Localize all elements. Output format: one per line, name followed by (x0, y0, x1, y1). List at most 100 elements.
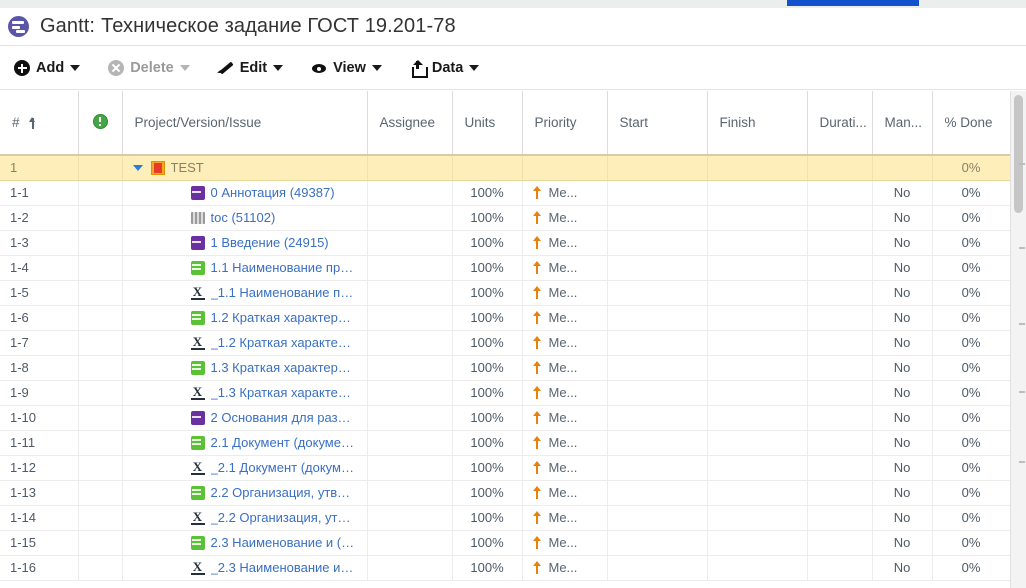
table-row[interactable]: 1-11 2.1 Документ (документы... 100% Me... N… (0, 430, 1011, 456)
row-finish-cell (707, 355, 808, 381)
row-name-cell[interactable]: 1.1 Наименование прогр... (122, 255, 368, 281)
row-name-cell[interactable]: toc (51102) (122, 205, 368, 231)
priority-up-arrow-icon (533, 286, 542, 299)
row-units-cell: 100% (452, 280, 523, 306)
row-name-cell[interactable]: X _2.2 Организация, утвер... (122, 505, 368, 531)
priority-up-arrow-icon (533, 536, 542, 549)
row-name-link[interactable]: _2.3 Наименование и (ил... (211, 560, 357, 575)
delete-button-label: Delete (130, 60, 174, 76)
table-row[interactable]: 1-16 X _2.3 Наименование и (ил... 100% Me...… (0, 555, 1011, 581)
row-name-link[interactable]: 2.1 Документ (документы... (211, 435, 357, 450)
column-header-priority[interactable]: Priority (522, 91, 608, 156)
table-row[interactable]: 1-4 1.1 Наименование прогр... 100% Me... No 0… (0, 255, 1011, 281)
row-priority-cell: Me... (522, 205, 608, 231)
sort-ascending-icon[interactable] (29, 116, 38, 129)
data-button[interactable]: Data (410, 60, 480, 78)
table-row[interactable]: 1-15 2.3 Наименование и (ил... 100% Me... No… (0, 530, 1011, 556)
column-header-start[interactable]: Start (607, 91, 708, 156)
table-row[interactable]: 1-8 1.3 Краткая характерист... 100% Me... No… (0, 355, 1011, 381)
row-manual-cell: No (872, 505, 933, 531)
table-row[interactable]: 1-9 X _1.3 Краткая характерист... 100% Me...… (0, 380, 1011, 406)
row-name-cell[interactable]: 0 Аннотация (49387) (122, 180, 368, 206)
row-done-cell: 0% (932, 280, 1011, 306)
column-header-done[interactable]: % Done (932, 91, 1011, 156)
edit-button[interactable]: Edit (218, 60, 284, 76)
row-manual-cell: No (872, 205, 933, 231)
row-priority-label: Me... (548, 285, 578, 300)
row-name-link[interactable]: _2.2 Организация, утвер... (211, 510, 357, 525)
row-name-link[interactable]: 1 Введение (24915) (211, 235, 329, 250)
row-name-cell[interactable]: X _2.3 Наименование и (ил... (122, 555, 368, 581)
row-name-link[interactable]: 0 Аннотация (49387) (211, 185, 335, 200)
row-name-link[interactable]: _1.3 Краткая характерист... (211, 385, 357, 400)
row-name-cell[interactable]: X _1.1 Наименование прог... (122, 280, 368, 306)
row-manual-cell: No (872, 380, 933, 406)
column-header-assignee[interactable]: Assignee (367, 91, 453, 156)
row-name-cell[interactable]: 1 Введение (24915) (122, 230, 368, 256)
row-number-cell: 1-16 (0, 555, 79, 581)
row-assignee-cell (367, 280, 453, 306)
row-units-cell: 100% (452, 405, 523, 431)
delete-button[interactable]: Delete (108, 60, 190, 76)
column-header-manual[interactable]: Man... (872, 91, 933, 156)
row-assignee-cell (367, 555, 453, 581)
row-name-link[interactable]: 1.2 Краткая характерист... (211, 310, 357, 325)
column-header-info[interactable] (78, 91, 123, 156)
row-finish-cell (707, 330, 808, 356)
row-name-link[interactable]: _1.2 Краткая характерист... (211, 335, 357, 350)
table-row[interactable]: 1 TEST 0% (0, 155, 1011, 181)
table-body: 1 TEST 0% 1-1 0 Аннотация (49387) 100% Me... No… (0, 155, 1011, 581)
expand-collapse-triangle-icon[interactable] (132, 164, 143, 171)
row-name-cell[interactable]: X _1.3 Краткая характерист... (122, 380, 368, 406)
table-row[interactable]: 1-3 1 Введение (24915) 100% Me... No 0% (0, 230, 1011, 256)
row-name-link[interactable]: 1.3 Краткая характерист... (211, 360, 357, 375)
row-name-link[interactable]: _1.1 Наименование прог... (211, 285, 357, 300)
column-header-num[interactable]: # (0, 91, 79, 156)
row-name-link[interactable]: toc (51102) (211, 210, 276, 225)
row-start-cell (607, 505, 708, 531)
row-name-cell[interactable]: 1.3 Краткая характерист... (122, 355, 368, 381)
scrollbar-thumb[interactable] (1014, 95, 1023, 213)
row-manual-cell: No (872, 230, 933, 256)
row-duration-cell (807, 380, 873, 406)
row-name-cell[interactable]: X _1.2 Краткая характерист... (122, 330, 368, 356)
gantt-task-grid[interactable]: # Project/Version/Issue Assignee Units P… (0, 91, 1026, 588)
green-block-icon (190, 485, 205, 500)
row-priority-label: Me... (548, 260, 578, 275)
row-name-link[interactable]: 2.2 Организация, утверд... (211, 485, 357, 500)
table-row[interactable]: 1-14 X _2.2 Организация, утвер... 100% Me...… (0, 505, 1011, 531)
row-start-cell (607, 230, 708, 256)
priority-up-arrow-icon (533, 436, 542, 449)
row-name-link[interactable]: 2 Основания для разраб... (211, 410, 357, 425)
row-manual-cell: No (872, 280, 933, 306)
table-row[interactable]: 1-10 2 Основания для разраб... 100% Me... No… (0, 405, 1011, 431)
table-row[interactable]: 1-5 X _1.1 Наименование прог... 100% Me... No… (0, 280, 1011, 306)
column-header-finish[interactable]: Finish (707, 91, 808, 156)
row-name-cell[interactable]: 2.1 Документ (документы... (122, 430, 368, 456)
table-row[interactable]: 1-2 toc (51102) 100% Me... No 0% (0, 205, 1011, 231)
column-header-name[interactable]: Project/Version/Issue (122, 91, 368, 156)
row-name-cell[interactable]: 2 Основания для разраб... (122, 405, 368, 431)
row-name-link[interactable]: 2.3 Наименование и (ил... (211, 535, 357, 550)
table-row[interactable]: 1-13 2.2 Организация, утверд... 100% Me... N… (0, 480, 1011, 506)
table-row[interactable]: 1-6 1.2 Краткая характерист... 100% Me... No… (0, 305, 1011, 331)
row-duration-cell (807, 405, 873, 431)
row-name-cell[interactable]: X _2.1 Документ (документ... (122, 455, 368, 481)
row-name-link[interactable]: _2.1 Документ (документ... (211, 460, 357, 475)
row-info-cell (78, 355, 123, 381)
row-name-link[interactable]: 1.1 Наименование прогр... (211, 260, 357, 275)
column-header-units[interactable]: Units (452, 91, 523, 156)
row-name-cell[interactable]: 2.3 Наименование и (ил... (122, 530, 368, 556)
row-name-cell[interactable]: 1.2 Краткая характерист... (122, 305, 368, 331)
table-row[interactable]: 1-12 X _2.1 Документ (документ... 100% Me...… (0, 455, 1011, 481)
row-name-cell[interactable]: 2.2 Организация, утверд... (122, 480, 368, 506)
table-row[interactable]: 1-1 0 Аннотация (49387) 100% Me... No 0% (0, 180, 1011, 206)
view-button[interactable]: View (311, 60, 382, 76)
add-button[interactable]: Add (14, 60, 81, 76)
row-name-cell[interactable]: TEST (122, 155, 368, 181)
task-table: # Project/Version/Issue Assignee Units P… (0, 91, 1011, 581)
vertical-scrollbar[interactable] (1010, 91, 1026, 588)
column-header-duration[interactable]: Durati... (807, 91, 873, 156)
table-row[interactable]: 1-7 X _1.2 Краткая характерист... 100% Me...… (0, 330, 1011, 356)
row-duration-cell (807, 530, 873, 556)
